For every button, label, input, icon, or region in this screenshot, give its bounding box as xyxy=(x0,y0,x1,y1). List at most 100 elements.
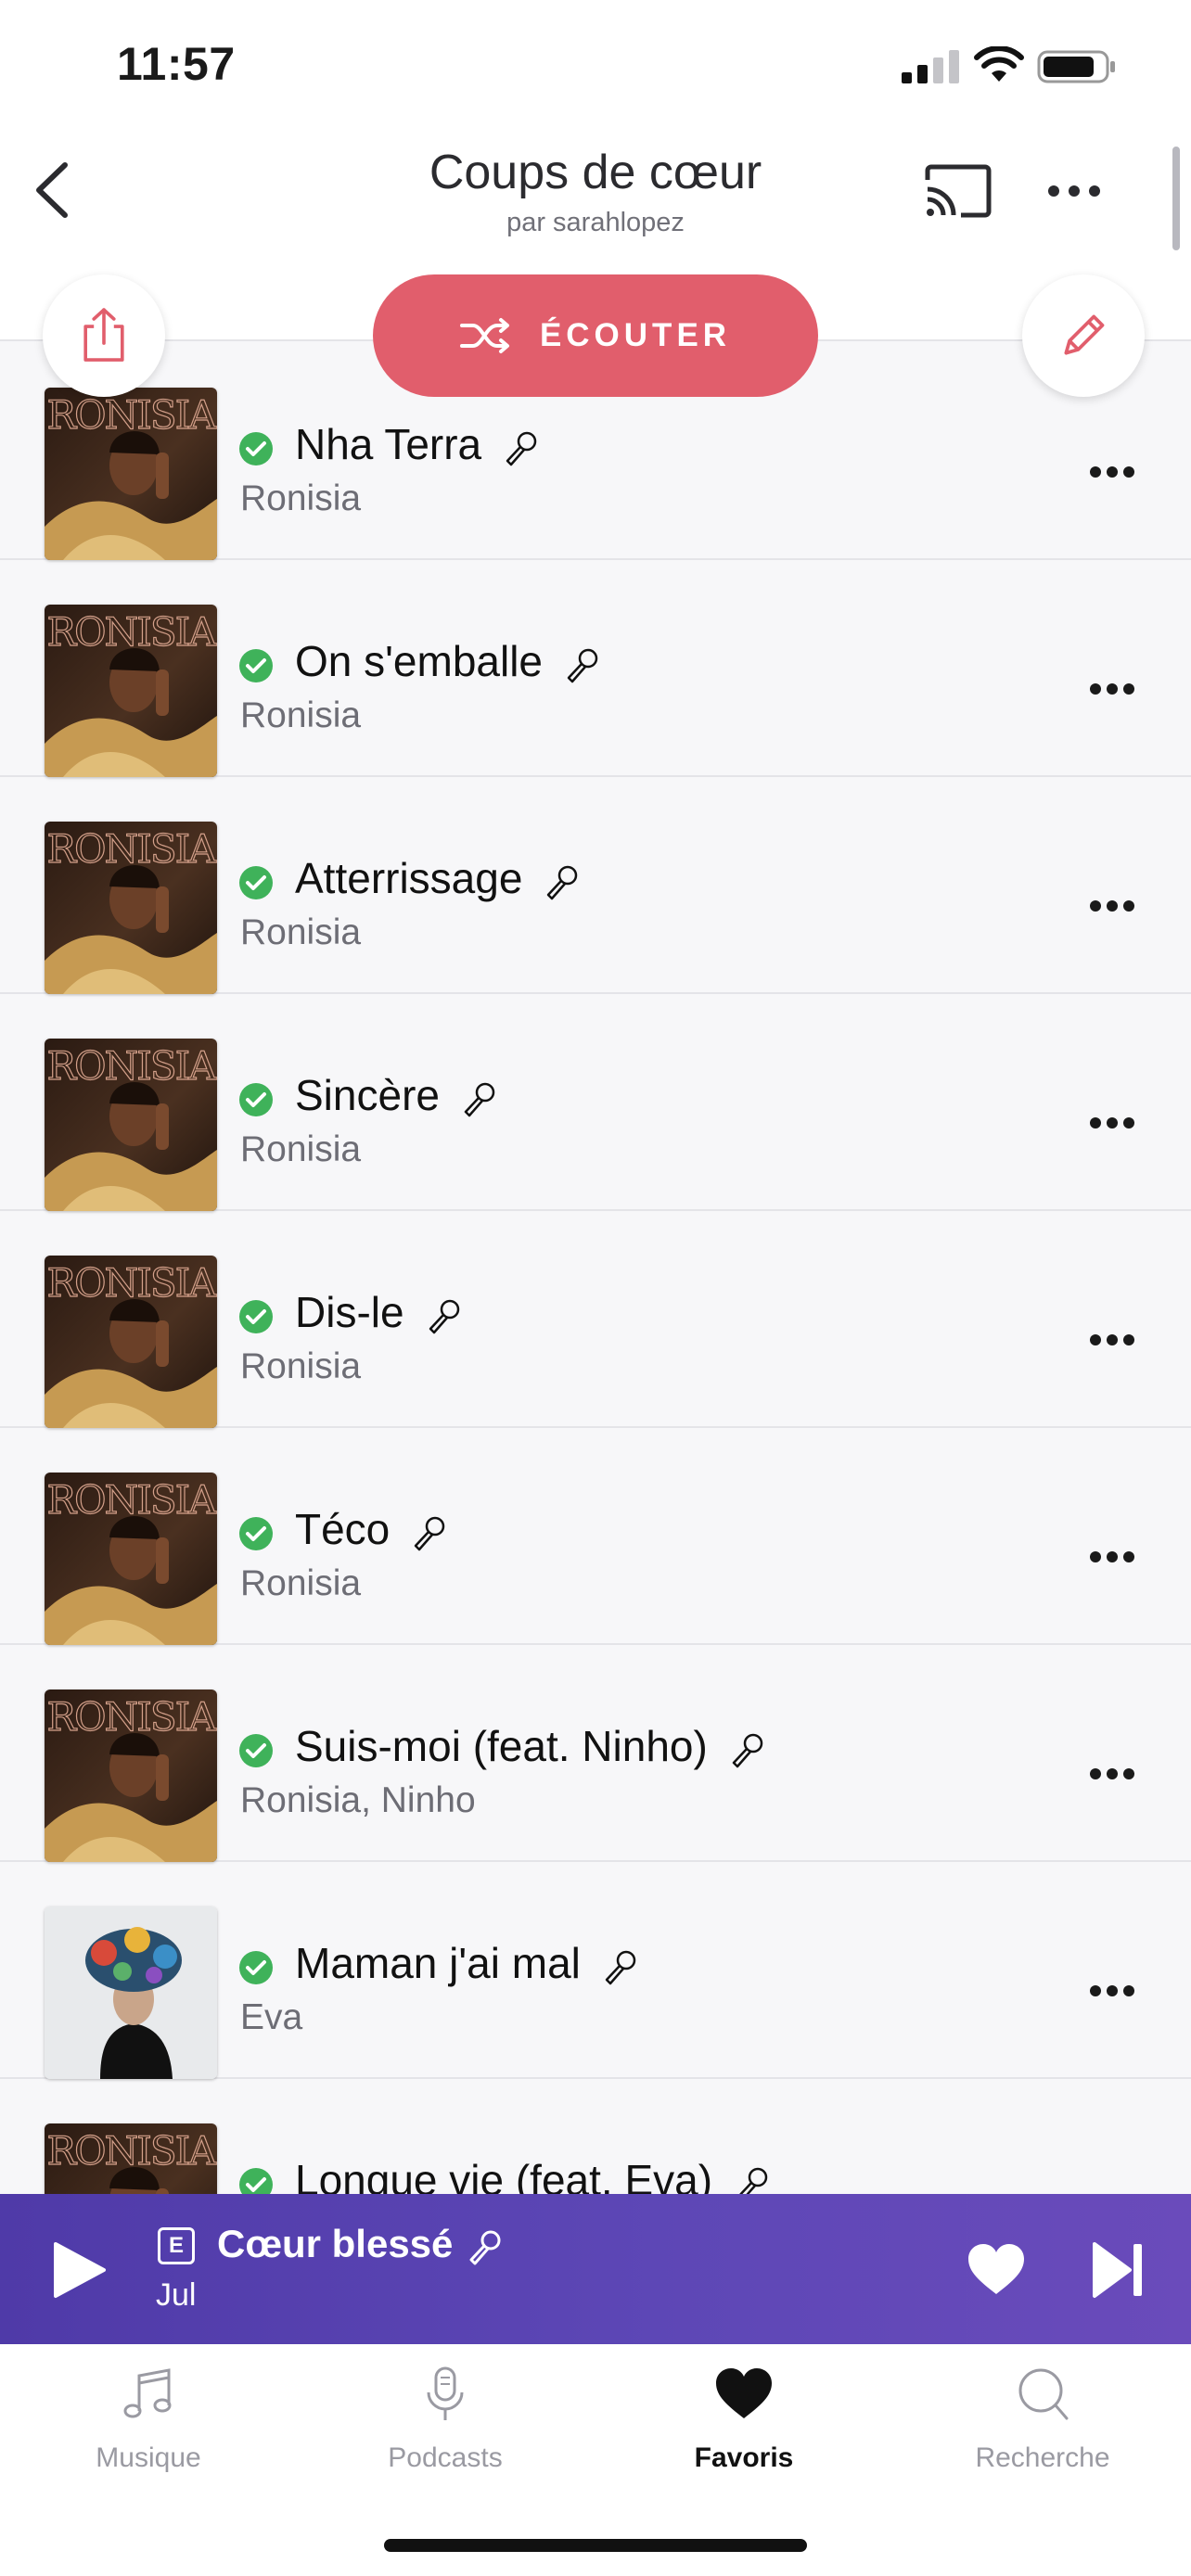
track-artist: Eva xyxy=(240,1997,303,2037)
track-artist: Ronisia xyxy=(240,695,362,735)
next-track-button[interactable] xyxy=(1091,2240,1146,2300)
back-button[interactable] xyxy=(28,158,83,223)
home-indicator xyxy=(384,2539,807,2552)
microphone-icon xyxy=(427,2366,464,2420)
lyrics-microphone-icon xyxy=(547,865,578,900)
more-options-button[interactable] xyxy=(1046,182,1102,200)
track-row[interactable]: RONISIA Sincère Ronisia xyxy=(0,994,1191,1211)
track-list: RONISIA Nha Terra Ronisia RONISIA On s'embal… xyxy=(0,343,1191,2194)
now-playing-title: Cœur blessé xyxy=(217,2222,503,2266)
track-title: Dis-le xyxy=(295,1287,462,1337)
edit-button[interactable] xyxy=(1022,274,1145,397)
track-title: Atterrissage xyxy=(295,853,580,903)
track-artist: Ronisia xyxy=(240,1129,362,1169)
more-horizontal-icon xyxy=(1090,466,1134,478)
svg-text:RONISIA: RONISIA xyxy=(46,609,217,655)
track-artist: Ronisia xyxy=(240,912,362,952)
share-button[interactable] xyxy=(43,274,165,397)
track-row[interactable]: RONISIA Téco Ronisia xyxy=(0,1428,1191,1645)
album-cover: RONISIA xyxy=(45,2123,217,2194)
lyrics-microphone-icon xyxy=(739,2167,768,2194)
album-cover: RONISIA xyxy=(45,1473,217,1645)
track-more-button[interactable] xyxy=(1089,682,1135,695)
lyrics-microphone-icon xyxy=(464,1082,495,1117)
downloaded-check-icon xyxy=(239,1083,273,1116)
play-button[interactable] xyxy=(50,2240,108,2300)
track-more-button[interactable] xyxy=(1089,465,1135,478)
wifi-icon xyxy=(974,46,1024,82)
album-cover xyxy=(45,1906,217,2079)
track-title: Sincère xyxy=(295,1070,497,1120)
track-title-text: On s'emballe xyxy=(295,637,544,685)
track-more-button[interactable] xyxy=(1089,899,1135,912)
album-cover: RONISIA xyxy=(45,1039,217,1211)
downloaded-check-icon xyxy=(239,432,273,465)
track-row[interactable]: RONISIA Dis-le Ronisia xyxy=(0,1211,1191,1428)
listen-shuffle-button[interactable]: ÉCOUTER xyxy=(373,274,818,397)
track-title: Nha Terra xyxy=(295,419,539,469)
album-cover: RONISIA xyxy=(45,388,217,560)
lyrics-microphone-icon xyxy=(415,1516,445,1551)
status-time: 11:57 xyxy=(117,38,236,90)
lyrics-microphone-icon xyxy=(732,1733,763,1768)
svg-text:RONISIA: RONISIA xyxy=(46,392,217,438)
battery-icon xyxy=(1037,50,1115,83)
downloaded-check-icon xyxy=(239,866,273,899)
now-playing-title-text: Cœur blessé xyxy=(217,2222,454,2265)
share-icon xyxy=(83,308,124,362)
downloaded-check-icon xyxy=(239,649,273,682)
track-row[interactable]: RONISIA Suis-moi (feat. Ninho) Ronisia, Ni… xyxy=(0,1645,1191,1862)
track-more-button[interactable] xyxy=(1089,1550,1135,1563)
track-row[interactable]: RONISIA On s'emballe Ronisia xyxy=(0,560,1191,777)
play-icon xyxy=(54,2242,106,2298)
more-horizontal-icon xyxy=(1090,1334,1134,1345)
scroll-indicator xyxy=(1172,147,1180,250)
tab-podcasts[interactable]: Podcasts xyxy=(334,2365,557,2494)
svg-text:RONISIA: RONISIA xyxy=(46,2128,217,2174)
track-title: Téco xyxy=(295,1504,447,1554)
page-subtitle: par sarahlopez xyxy=(506,208,685,237)
svg-text:RONISIA: RONISIA xyxy=(46,1260,217,1306)
now-playing-artist: Jul xyxy=(156,2277,197,2313)
track-title-text: Maman j'ai mal xyxy=(295,1939,581,1987)
track-more-button[interactable] xyxy=(1089,1984,1135,1997)
downloaded-check-icon xyxy=(239,2168,273,2194)
track-title-text: Dis-le xyxy=(295,1288,404,1336)
track-more-button[interactable] xyxy=(1089,1333,1135,1346)
tab-recherche[interactable]: Recherche xyxy=(931,2365,1154,2494)
album-cover: RONISIA xyxy=(45,1690,217,1862)
downloaded-check-icon xyxy=(239,1517,273,1550)
track-artist: Ronisia xyxy=(240,478,362,518)
cast-button[interactable] xyxy=(922,163,992,219)
tab-label-musique: Musique xyxy=(96,2442,201,2473)
pencil-icon xyxy=(1064,314,1105,355)
tab-favoris[interactable]: Favoris xyxy=(633,2365,855,2494)
cast-icon xyxy=(925,164,992,218)
track-row[interactable]: RONISIA Longue vie (feat. Eva) xyxy=(0,2079,1191,2194)
track-title-text: Atterrissage xyxy=(295,854,523,902)
more-horizontal-icon xyxy=(1090,1551,1134,1562)
track-row[interactable]: Maman j'ai mal Eva xyxy=(0,1862,1191,2079)
more-horizontal-icon xyxy=(1090,900,1134,912)
track-row[interactable]: RONISIA Atterrissage Ronisia xyxy=(0,777,1191,994)
more-horizontal-icon xyxy=(1090,1117,1134,1129)
svg-text:RONISIA: RONISIA xyxy=(46,1694,217,1740)
more-horizontal-icon xyxy=(1048,185,1100,197)
mini-player[interactable]: E Cœur blessé Jul xyxy=(0,2194,1191,2344)
downloaded-check-icon xyxy=(239,1951,273,1984)
track-title-text: Longue vie (feat. Eva) xyxy=(295,2156,713,2194)
tab-musique[interactable]: Musique xyxy=(37,2365,260,2494)
favorite-button[interactable] xyxy=(967,2242,1026,2298)
track-title: Maman j'ai mal xyxy=(295,1938,638,1988)
more-horizontal-icon xyxy=(1090,1768,1134,1779)
downloaded-check-icon xyxy=(239,1300,273,1333)
more-horizontal-icon xyxy=(1090,683,1134,695)
track-title-text: Nha Terra xyxy=(295,420,482,468)
track-more-button[interactable] xyxy=(1089,1767,1135,1780)
svg-text:RONISIA: RONISIA xyxy=(46,1477,217,1523)
search-icon xyxy=(1018,2368,1069,2420)
track-more-button[interactable] xyxy=(1089,1116,1135,1129)
track-title: Longue vie (feat. Eva) xyxy=(295,2155,770,2194)
cellular-signal-icon xyxy=(902,50,959,83)
album-cover: RONISIA xyxy=(45,822,217,994)
